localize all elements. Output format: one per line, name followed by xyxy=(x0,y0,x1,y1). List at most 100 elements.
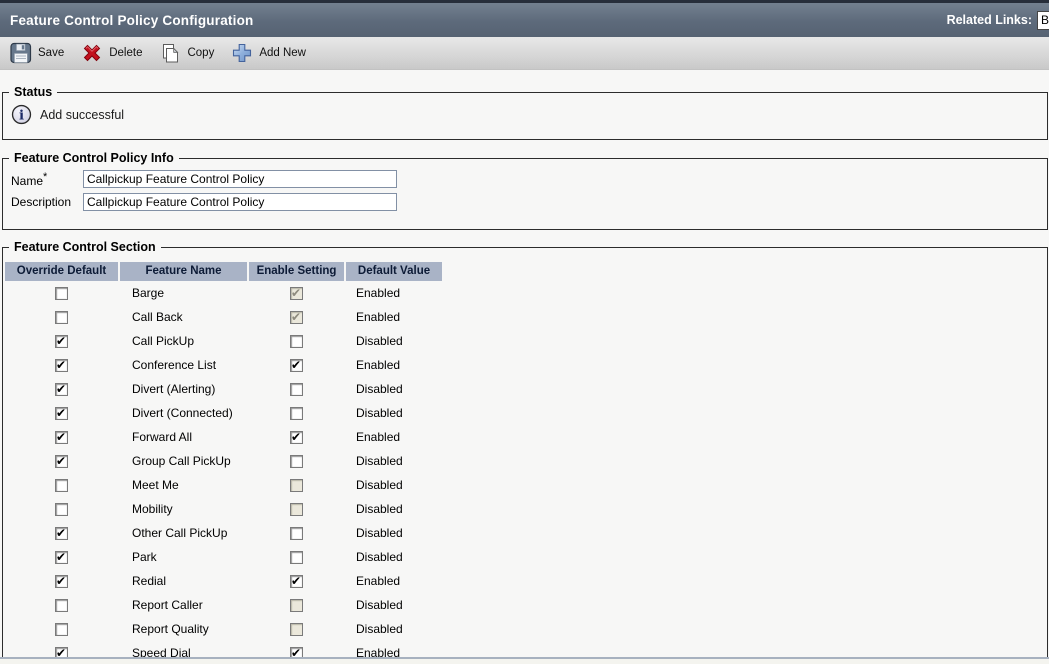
enable-setting-checkbox xyxy=(290,623,303,636)
override-default-cell xyxy=(5,431,118,444)
default-value-label: Disabled xyxy=(346,598,403,612)
feature-name-cell: Call Back xyxy=(120,310,247,324)
default-value-cell: Enabled xyxy=(346,310,442,324)
override-default-checkbox[interactable] xyxy=(55,575,68,588)
table-row: Forward All Enabled xyxy=(5,425,1047,449)
default-value-label: Enabled xyxy=(346,358,400,372)
override-default-cell xyxy=(5,551,118,564)
override-default-checkbox[interactable] xyxy=(55,407,68,420)
feature-name-label: Conference List xyxy=(120,358,216,372)
status-legend: Status xyxy=(9,85,57,99)
override-default-checkbox[interactable] xyxy=(55,479,68,492)
default-value-cell: Disabled xyxy=(346,526,442,540)
default-value-label: Enabled xyxy=(346,574,400,588)
table-row: Redial Enabled xyxy=(5,569,1047,593)
enable-setting-checkbox[interactable] xyxy=(290,383,303,396)
enable-setting-cell xyxy=(249,287,344,300)
override-default-cell xyxy=(5,503,118,516)
override-default-cell xyxy=(5,479,118,492)
enable-setting-checkbox[interactable] xyxy=(290,551,303,564)
override-default-checkbox[interactable] xyxy=(55,311,68,324)
enable-setting-checkbox[interactable] xyxy=(290,335,303,348)
default-value-label: Disabled xyxy=(346,334,403,348)
default-value-label: Disabled xyxy=(346,454,403,468)
enable-setting-checkbox[interactable] xyxy=(290,527,303,540)
override-default-cell xyxy=(5,335,118,348)
override-default-cell xyxy=(5,287,118,300)
enable-setting-checkbox[interactable] xyxy=(290,359,303,372)
related-links-label: Related Links: xyxy=(947,13,1032,27)
svg-text:i: i xyxy=(19,107,24,123)
add-new-button[interactable]: Add New xyxy=(231,42,306,64)
policy-info-section: Feature Control Policy Info Name* Descri… xyxy=(2,151,1048,230)
feature-name-cell: Park xyxy=(120,550,247,564)
description-input[interactable] xyxy=(83,193,397,211)
default-value-cell: Enabled xyxy=(346,574,442,588)
override-default-checkbox[interactable] xyxy=(55,623,68,636)
feature-name-cell: Conference List xyxy=(120,358,247,372)
override-default-cell xyxy=(5,599,118,612)
info-icon: i xyxy=(11,104,32,125)
override-default-checkbox[interactable] xyxy=(55,335,68,348)
enable-setting-checkbox[interactable] xyxy=(290,575,303,588)
default-value-label: Disabled xyxy=(346,502,403,516)
feature-name-label: Call Back xyxy=(120,310,183,324)
table-row: Call PickUpDisabled xyxy=(5,329,1047,353)
default-value-label: Disabled xyxy=(346,478,403,492)
enable-setting-cell xyxy=(249,551,344,564)
enable-setting-checkbox xyxy=(290,503,303,516)
default-value-label: Enabled xyxy=(346,310,400,324)
enable-setting-checkbox[interactable] xyxy=(290,431,303,444)
override-default-checkbox[interactable] xyxy=(55,359,68,372)
feature-name-label: Barge xyxy=(120,286,164,300)
override-default-cell xyxy=(5,575,118,588)
feature-name-cell: Report Caller xyxy=(120,598,247,612)
feature-name-cell: Divert (Alerting) xyxy=(120,382,247,396)
table-row: Report QualityDisabled xyxy=(5,617,1047,641)
enable-setting-cell xyxy=(249,335,344,348)
default-value-cell: Disabled xyxy=(346,598,442,612)
policy-info-legend: Feature Control Policy Info xyxy=(9,151,179,165)
feature-control-section: Feature Control Section Override Default… xyxy=(2,240,1048,664)
override-default-checkbox[interactable] xyxy=(55,503,68,516)
override-default-checkbox[interactable] xyxy=(55,383,68,396)
override-default-checkbox[interactable] xyxy=(55,287,68,300)
default-value-label: Disabled xyxy=(346,526,403,540)
enable-setting-checkbox[interactable] xyxy=(290,407,303,420)
save-button[interactable]: Save xyxy=(10,42,64,64)
column-header-override-default: Override Default xyxy=(5,262,118,281)
feature-name-cell: Other Call PickUp xyxy=(120,526,247,540)
override-default-cell xyxy=(5,311,118,324)
feature-control-legend: Feature Control Section xyxy=(9,240,161,254)
override-default-checkbox[interactable] xyxy=(55,431,68,444)
feature-table: Override Default Feature Name Enable Set… xyxy=(5,262,1047,664)
save-icon xyxy=(10,42,32,64)
feature-control-policy-page: Feature Control Policy Configuration Rel… xyxy=(0,0,1049,664)
override-default-checkbox[interactable] xyxy=(55,527,68,540)
delete-button[interactable]: Delete xyxy=(81,42,142,64)
table-row: MobilityDisabled xyxy=(5,497,1047,521)
feature-name-label: Other Call PickUp xyxy=(120,526,227,540)
default-value-label: Enabled xyxy=(346,430,400,444)
default-value-label: Disabled xyxy=(346,382,403,396)
add-new-icon xyxy=(231,42,253,64)
default-value-cell: Disabled xyxy=(346,406,442,420)
default-value-label: Disabled xyxy=(346,406,403,420)
feature-name-cell: Redial xyxy=(120,574,247,588)
description-label: Description xyxy=(11,195,83,209)
copy-button[interactable]: Copy xyxy=(159,42,214,64)
name-input[interactable] xyxy=(83,170,397,188)
default-value-cell: Disabled xyxy=(346,382,442,396)
feature-name-label: Park xyxy=(120,550,157,564)
enable-setting-cell xyxy=(249,359,344,372)
copy-icon xyxy=(159,42,181,64)
feature-name-label: Forward All xyxy=(120,430,192,444)
override-default-checkbox[interactable] xyxy=(55,551,68,564)
override-default-checkbox[interactable] xyxy=(55,599,68,612)
enable-setting-checkbox[interactable] xyxy=(290,455,303,468)
override-default-checkbox[interactable] xyxy=(55,455,68,468)
feature-name-label: Report Caller xyxy=(120,598,203,612)
related-links-select[interactable]: B xyxy=(1037,11,1049,30)
override-default-cell xyxy=(5,383,118,396)
feature-table-rows: Barge Enabled Call Back Enabled Call PickUpD… xyxy=(5,281,1047,664)
